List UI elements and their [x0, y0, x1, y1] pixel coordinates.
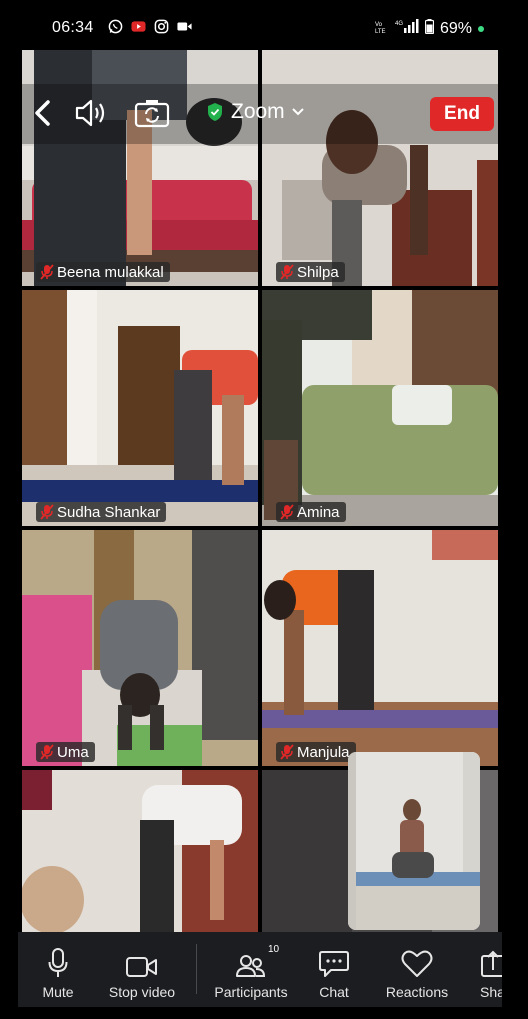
participant-name-tag: Amina: [276, 502, 346, 522]
participants-count-badge: 10: [268, 944, 280, 955]
back-chevron-icon[interactable]: [28, 96, 58, 130]
self-view-video[interactable]: [348, 752, 480, 930]
mute-label: Mute: [42, 984, 74, 1000]
microphone-icon: [48, 948, 68, 977]
participant-name: Manjula: [297, 743, 350, 761]
toolbar-divider: [196, 944, 197, 994]
camera-switch-icon[interactable]: [134, 98, 170, 128]
meeting-title-text: Zoom: [231, 100, 285, 123]
participants-icon: [236, 955, 266, 977]
participant-name: Shilpa: [297, 263, 339, 281]
whatsapp-icon: [108, 19, 123, 34]
video-tile[interactable]: Sudha Shankar: [22, 290, 258, 526]
participant-name: Sudha Shankar: [57, 503, 161, 521]
battery-percent: 69%: [439, 20, 472, 37]
chevron-down-icon: [291, 108, 304, 116]
share-label: Sha: [480, 984, 502, 1000]
stop-video-button[interactable]: Stop video: [106, 932, 178, 1007]
mute-button[interactable]: Mute: [36, 932, 80, 1007]
status-bar: 06:34 Vo LTE 4G 69%: [0, 0, 528, 52]
chat-icon: [319, 951, 349, 977]
participant-name-tag: Beena mulakkal: [36, 262, 170, 282]
volte-icon: Vo LTE: [375, 20, 389, 39]
participant-name-tag: Uma: [36, 742, 95, 762]
video-tile[interactable]: Manjula: [262, 530, 498, 766]
battery-icon: [424, 19, 435, 39]
participant-video: [22, 530, 258, 766]
video-icon: [177, 19, 192, 34]
end-meeting-button[interactable]: End: [430, 97, 494, 131]
mic-muted-icon: [280, 264, 294, 280]
video-tile[interactable]: [22, 770, 258, 932]
participants-button[interactable]: Participants: [210, 932, 292, 1007]
mic-muted-icon: [280, 744, 294, 760]
notification-icons: [108, 19, 192, 34]
mic-muted-icon: [40, 264, 54, 280]
participant-video: [262, 530, 498, 766]
svg-text:LTE: LTE: [375, 29, 386, 34]
meeting-top-bar: Zoom End: [22, 84, 498, 144]
participant-video: [22, 290, 258, 526]
chat-label: Chat: [319, 984, 349, 1000]
status-time: 06:34: [52, 19, 94, 36]
svg-text:Vo: Vo: [375, 22, 383, 28]
participant-name-tag: Shilpa: [276, 262, 345, 282]
participant-name-tag: Sudha Shankar: [36, 502, 167, 522]
security-shield-icon: [208, 103, 222, 121]
charging-dot: [478, 26, 484, 32]
stop-video-label: Stop video: [108, 984, 176, 1000]
share-button[interactable]: Sha: [480, 932, 502, 1007]
meeting-title[interactable]: Zoom: [206, 100, 304, 124]
video-tile[interactable]: Uma: [22, 530, 258, 766]
mic-muted-icon: [40, 744, 54, 760]
video-camera-icon: [126, 957, 157, 977]
signal-icon: 4G: [395, 19, 419, 39]
heart-icon: [401, 950, 433, 977]
instagram-icon: [154, 19, 169, 34]
participant-name: Amina: [297, 503, 340, 521]
meeting-toolbar: Mute Stop video Participants 10 Chat Rea…: [18, 932, 502, 1007]
share-screen-icon: [481, 950, 502, 977]
participant-video: [262, 290, 498, 526]
video-tile[interactable]: Amina: [262, 290, 498, 526]
reactions-label: Reactions: [385, 984, 449, 1000]
participant-name-tag: Manjula: [276, 742, 356, 762]
status-right: Vo LTE 4G 69%: [375, 19, 484, 39]
participant-video: [22, 770, 258, 932]
youtube-icon: [131, 19, 146, 34]
participants-label: Participants: [214, 984, 288, 1000]
mic-muted-icon: [280, 504, 294, 520]
speaker-icon[interactable]: [74, 98, 108, 128]
participant-name: Uma: [57, 743, 89, 761]
participant-name: Beena mulakkal: [57, 263, 164, 281]
mic-muted-icon: [40, 504, 54, 520]
svg-text:4G: 4G: [395, 21, 403, 27]
reactions-button[interactable]: Reactions: [384, 932, 450, 1007]
chat-button[interactable]: Chat: [314, 932, 354, 1007]
